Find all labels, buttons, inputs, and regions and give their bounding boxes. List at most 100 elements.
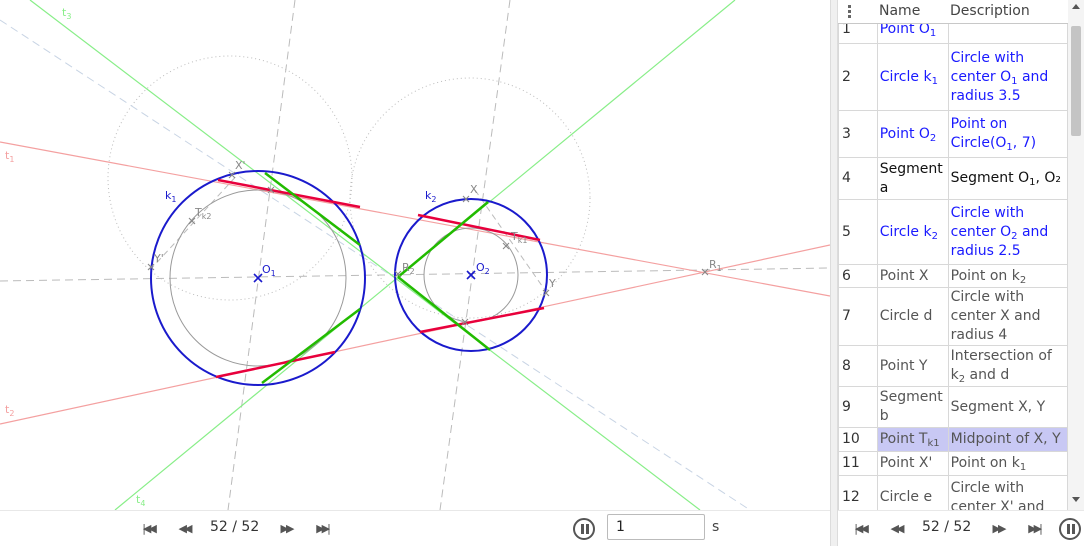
graphics-view[interactable]: k1 k2 O1 O2 R1 R2 t1 t2 t3 t4 X X' Y Y' … <box>0 0 830 510</box>
seg-green-4[interactable] <box>397 201 489 278</box>
label-k2: k2 <box>425 189 436 204</box>
protocol-row[interactable]: 11 Point X' Point on k1 <box>838 451 1068 476</box>
row-name: Point O2 <box>876 110 949 158</box>
view-splitter[interactable] <box>830 0 838 546</box>
point-o2[interactable] <box>466 270 476 280</box>
column-header-description[interactable]: Description <box>950 3 1030 19</box>
more-vertical-icon[interactable] <box>846 3 852 21</box>
protocol-row[interactable]: 4 Segment a Segment O1, O₂ <box>838 157 1068 200</box>
label-o2: O2 <box>476 261 490 276</box>
tangent-t3[interactable] <box>29 0 701 510</box>
construction-protocol: Name Description 1 Point O1 2 Circle k1 Circ… <box>838 0 1084 546</box>
row-name: Circle d <box>876 287 949 346</box>
label-tk2: Tk2 <box>194 206 211 221</box>
protocol-header: Name Description <box>838 0 1068 24</box>
row-description: Segment X, Y <box>947 386 1068 428</box>
label-y: Y <box>548 277 556 290</box>
protocol-row[interactable]: 12 Circle e Circle with center X' and <box>838 475 1068 510</box>
protocol-last-step-icon[interactable]: ▶▶| <box>1024 520 1044 538</box>
row-name: Point Tk1 <box>876 427 949 452</box>
protocol-row[interactable]: 7 Circle d Circle with center X and radius… <box>838 287 1068 346</box>
seg-green-1[interactable] <box>264 172 361 246</box>
label-t4: t4 <box>136 493 145 508</box>
seg-red-1[interactable] <box>217 178 361 209</box>
row-number: 9 <box>838 386 878 428</box>
scroll-thumb[interactable] <box>1071 26 1081 136</box>
protocol-table: 1 Point O1 2 Circle k1 Circle with center O1… <box>838 24 1068 510</box>
row-name: Point O1 <box>876 24 949 44</box>
row-description: Point on Circle(O1, 7) <box>947 110 1068 158</box>
protocol-row[interactable]: 3 Point O2 Point on Circle(O1, 7) <box>838 110 1068 158</box>
protocol-scrollbar[interactable] <box>1068 0 1084 510</box>
protocol-first-step-icon[interactable]: |◀◀ <box>850 520 870 538</box>
label-r1: R1 <box>709 258 722 273</box>
step-counter: 52 / 52 <box>210 519 260 535</box>
row-name: Point X <box>876 264 949 288</box>
protocol-previous-step-icon[interactable]: ◀◀ <box>886 520 906 538</box>
seg-green-2[interactable] <box>397 276 491 351</box>
row-number: 3 <box>838 110 878 158</box>
previous-step-icon[interactable]: ◀◀ <box>174 520 194 538</box>
row-number: 4 <box>838 157 878 200</box>
row-description: Circle with center X and radius 4 <box>947 287 1068 346</box>
speed-input[interactable] <box>607 514 705 540</box>
label-t3: t3 <box>62 6 71 21</box>
protocol-row[interactable]: 6 Point X Point on k2 <box>838 264 1068 288</box>
label-x: X <box>470 183 478 196</box>
aux-line-3[interactable] <box>0 19 751 510</box>
protocol-row[interactable]: 5 Circle k2 Circle with center O2 and radi… <box>838 199 1068 265</box>
scroll-down-icon[interactable] <box>1072 497 1080 502</box>
circle-e-dotted[interactable] <box>107 55 353 301</box>
row-number: 6 <box>838 264 878 288</box>
protocol-navigation-bar: |◀◀ ◀◀ 52 / 52 ▶▶ ▶▶| <box>838 510 1084 546</box>
aux-line-2[interactable] <box>439 0 511 510</box>
row-description: Point on k1 <box>947 451 1068 476</box>
row-description: Point on k2 <box>947 264 1068 288</box>
protocol-rows[interactable]: 1 Point O1 2 Circle k1 Circle with center O1… <box>838 24 1068 510</box>
construction-canvas[interactable]: k1 k2 O1 O2 R1 R2 t1 t2 t3 t4 X X' Y Y' … <box>0 0 830 510</box>
protocol-pause-button[interactable] <box>1059 518 1081 540</box>
protocol-row[interactable]: 1 Point O1 <box>838 24 1068 44</box>
speed-unit: s <box>712 519 720 535</box>
label-t2: t2 <box>5 403 14 418</box>
label-xp: X' <box>235 159 246 172</box>
row-description: Circle with center X' and <box>947 475 1068 510</box>
last-step-icon[interactable]: ▶▶| <box>312 520 332 538</box>
pause-button[interactable] <box>573 518 595 540</box>
protocol-next-step-icon[interactable]: ▶▶ <box>988 520 1008 538</box>
row-description: Circle with center O1 and radius 3.5 <box>947 43 1068 111</box>
row-number: 11 <box>838 451 878 476</box>
next-step-icon[interactable]: ▶▶ <box>276 520 296 538</box>
row-name: Circle e <box>876 475 949 510</box>
point-o1[interactable] <box>253 273 263 283</box>
row-description: Segment O1, O₂ <box>947 157 1068 200</box>
row-number: 10 <box>838 427 878 452</box>
label-tk1: Tk1 <box>510 230 527 245</box>
row-name: Segment b <box>876 386 949 428</box>
protocol-row[interactable]: 8 Point Y Intersection of k2 and d <box>838 345 1068 387</box>
row-number: 1 <box>838 24 878 44</box>
first-step-icon[interactable]: |◀◀ <box>138 520 158 538</box>
row-description: Circle with center O2 and radius 2.5 <box>947 199 1068 265</box>
row-description <box>947 24 1068 44</box>
row-name: Point Y <box>876 345 949 387</box>
protocol-row[interactable]: 2 Circle k1 Circle with center O1 and radi… <box>838 43 1068 111</box>
row-number: 2 <box>838 43 878 111</box>
row-name: Point X' <box>876 451 949 476</box>
column-header-name[interactable]: Name <box>879 3 920 19</box>
protocol-row[interactable]: 10 Point Tk1 Midpoint of X, Y <box>838 427 1068 452</box>
row-number: 7 <box>838 287 878 346</box>
scroll-up-icon[interactable] <box>1072 4 1080 9</box>
protocol-row[interactable]: 9 Segment b Segment X, Y <box>838 386 1068 428</box>
label-t1: t1 <box>5 149 14 164</box>
row-number: 8 <box>838 345 878 387</box>
aux-line-1[interactable] <box>227 0 296 510</box>
label-yp: Y' <box>153 252 164 265</box>
center-line[interactable] <box>0 267 830 282</box>
row-name: Circle k2 <box>876 199 949 265</box>
row-description: Intersection of k2 and d <box>947 345 1068 387</box>
row-description: Midpoint of X, Y <box>947 427 1068 452</box>
protocol-step-counter: 52 / 52 <box>922 519 972 535</box>
row-name: Segment a <box>876 157 949 200</box>
label-o1: O1 <box>262 263 276 278</box>
